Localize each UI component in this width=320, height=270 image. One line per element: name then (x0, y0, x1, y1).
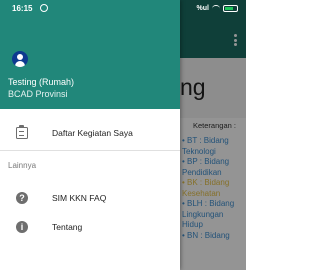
battery-icon (223, 5, 238, 12)
user-name: Testing (Rumah) (8, 77, 75, 87)
menu-item-sim-kkn-faq[interactable]: ? SIM KKN FAQ (0, 186, 180, 210)
signal-label: %ul (196, 5, 209, 12)
help-icon: ? (16, 192, 28, 204)
menu-item-label: Daftar Kegiatan Saya (52, 128, 133, 138)
menu-item-tentang[interactable]: i Tentang (0, 215, 180, 239)
menu-item-label: SIM KKN FAQ (52, 193, 107, 203)
status-bar: 16:15 %ul (0, 0, 246, 18)
avatar (12, 51, 28, 67)
status-time: 16:15 (12, 4, 33, 13)
navigation-drawer: Testing (Rumah) BCAD Provinsi Daftar Keg… (0, 0, 180, 270)
info-icon: i (16, 221, 28, 233)
alarm-icon (40, 4, 48, 12)
divider (0, 150, 180, 151)
user-unit: BCAD Provinsi (8, 89, 68, 99)
menu-item-daftar-kegiatan[interactable]: Daftar Kegiatan Saya (0, 121, 180, 145)
menu-item-label: Tentang (52, 222, 83, 232)
wifi-icon (212, 5, 220, 12)
status-indicators: %ul (197, 4, 238, 13)
section-label-lainnya: Lainnya (8, 161, 37, 170)
clipboard-icon (16, 125, 28, 139)
